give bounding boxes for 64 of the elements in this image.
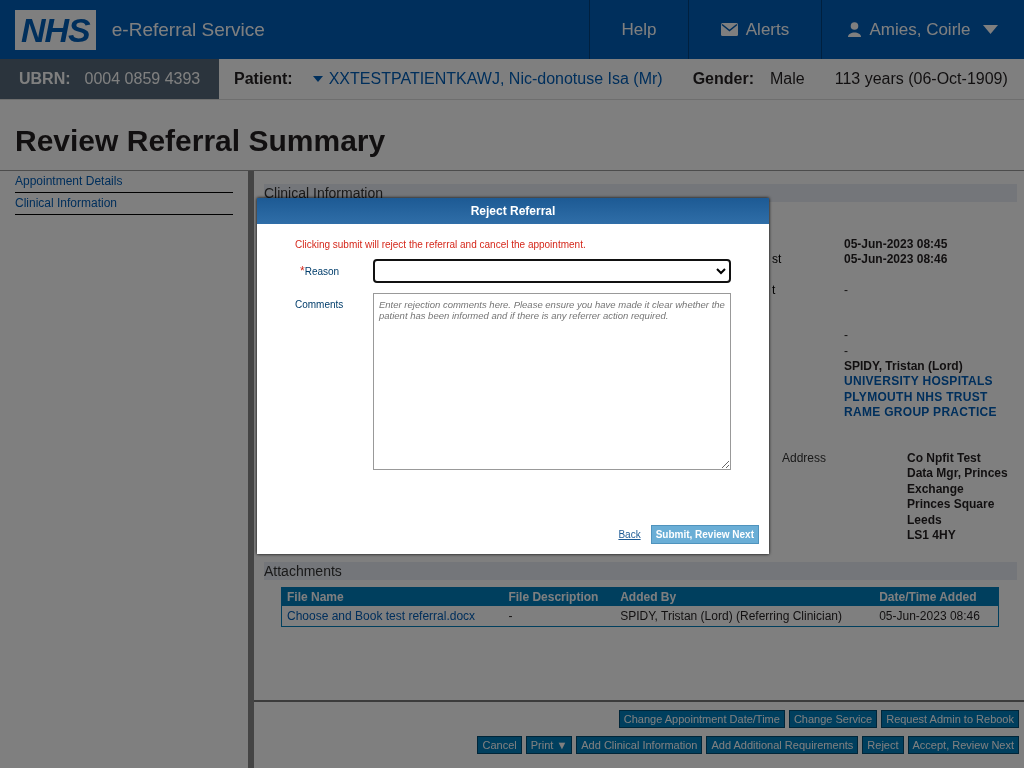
action-button[interactable]: Accept, Review Next — [907, 736, 1019, 754]
column-header: File Name — [281, 587, 504, 606]
action-button[interactable]: Change Appointment Date/Time — [618, 710, 785, 728]
reason-select[interactable] — [373, 259, 731, 283]
submit-button[interactable]: Submit, Review Next — [650, 525, 759, 544]
field-value: 05-Jun-2023 08:46 — [844, 252, 948, 268]
action-button[interactable]: Request Admin to Rebook — [881, 710, 1019, 728]
address-line: Data Mgr, Princes — [907, 466, 1009, 482]
comments-field[interactable]: Enter rejection comments here. Please ensure you have made it clear whether the patient has been informed and if there is any referrer action required. — [373, 293, 731, 470]
table-cell: - — [503, 605, 616, 626]
comments-label: Comments — [295, 298, 345, 312]
column-header: Added By — [615, 587, 875, 606]
gender-label: Gender: — [692, 70, 754, 88]
service-name: e-Referral Service — [111, 18, 265, 41]
column-header: Date/Time Added — [874, 587, 999, 606]
sidebar-link[interactable]: Appointment Details — [15, 171, 233, 193]
required-mark: * — [300, 264, 305, 278]
patient-name-link[interactable]: XXTESTPATIENTKAWJ, Nic-donotuse Isa (Mr) — [312, 70, 663, 88]
envelope-icon — [720, 23, 738, 36]
ubrn-value: 0004 0859 4393 — [84, 70, 201, 88]
user-menu[interactable]: Amies, Coirle — [821, 0, 1024, 59]
action-button[interactable]: Add Clinical Information — [576, 736, 703, 754]
action-button[interactable]: Change Service — [788, 710, 878, 728]
address-line: Exchange — [907, 481, 965, 497]
section-header: Attachments — [264, 561, 1017, 580]
organisation-link[interactable]: PLYMOUTH NHS TRUST — [844, 389, 988, 406]
address-line: Leeds — [907, 512, 943, 528]
field-value: - — [844, 328, 848, 344]
field-value: - — [844, 343, 848, 359]
page-title: Review Referral Summary — [0, 100, 1024, 171]
organisation-link[interactable]: UNIVERSITY HOSPITALS — [844, 374, 993, 390]
organisation-link[interactable]: RAME GROUP PRACTICE — [844, 405, 997, 421]
field-label: st — [772, 252, 782, 267]
action-button[interactable]: Add Additional Requirements — [706, 736, 859, 754]
field-value: - — [844, 282, 848, 299]
table-cell: SPIDY, Tristan (Lord) (Referring Clinician) — [615, 605, 875, 626]
action-button[interactable]: Cancel — [477, 736, 522, 754]
user-icon — [848, 22, 862, 37]
ubrn-label: UBRN: — [19, 70, 71, 88]
field-value: 05-Jun-2023 08:45 — [844, 237, 948, 253]
address-line: LS1 4HY — [907, 528, 957, 544]
sidebar-link[interactable]: Clinical Information — [15, 193, 233, 215]
action-button[interactable]: Reject — [862, 736, 904, 754]
address-line: Co Npfit Test — [907, 450, 982, 466]
gender-value: Male — [770, 70, 805, 88]
field-value: SPIDY, Tristan (Lord) — [844, 358, 963, 375]
column-header: File Description — [503, 587, 616, 606]
patient-age: 113 years (06-Oct-1909) — [834, 70, 1008, 88]
caret-icon — [312, 76, 323, 82]
address-line: Princes Square — [907, 497, 996, 513]
file-link[interactable]: Choose and Book test referral.docx — [281, 605, 504, 626]
back-link[interactable]: Back — [618, 529, 641, 540]
alerts-link[interactable]: Alerts — [688, 0, 821, 59]
address-label: Address — [782, 450, 828, 467]
reason-label: Reason — [304, 266, 340, 277]
warning-message: Clicking submit will reject the referral and cancel the appointment. — [295, 239, 587, 250]
action-button[interactable]: Print ▼ — [525, 736, 573, 754]
help-link[interactable]: Help — [589, 0, 688, 59]
caret-icon — [982, 25, 998, 34]
table-cell: 05-Jun-2023 08:46 — [874, 605, 999, 626]
field-label: t — [772, 282, 776, 297]
nhs-logo[interactable]: NHS — [15, 9, 96, 50]
dialog-title: Reject Referral — [257, 198, 769, 224]
patient-label: Patient: — [234, 70, 293, 88]
